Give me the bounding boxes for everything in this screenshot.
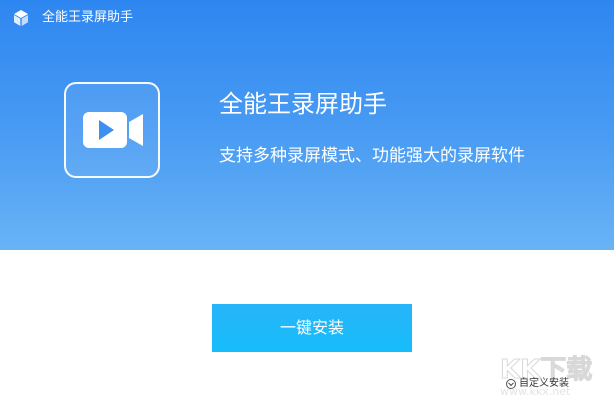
- chevron-down-circle-icon: [506, 379, 516, 389]
- custom-install-toggle[interactable]: 自定义安装: [506, 376, 569, 392]
- app-icon-tile: [64, 82, 160, 178]
- hero-banner: 全能王录屏助手 全能王录屏助手 支持多种录屏模式、功能强大的录屏软件: [0, 0, 614, 250]
- app-name: 全能王录屏助手: [219, 90, 387, 118]
- window-title: 全能王录屏助手: [42, 10, 134, 25]
- video-camera-icon: [83, 112, 143, 148]
- one-click-install-button[interactable]: 一键安装: [212, 304, 412, 352]
- custom-install-label: 自定义安装: [519, 378, 569, 389]
- cube-icon: [14, 10, 28, 26]
- app-tagline: 支持多种录屏模式、功能强大的录屏软件: [219, 146, 525, 166]
